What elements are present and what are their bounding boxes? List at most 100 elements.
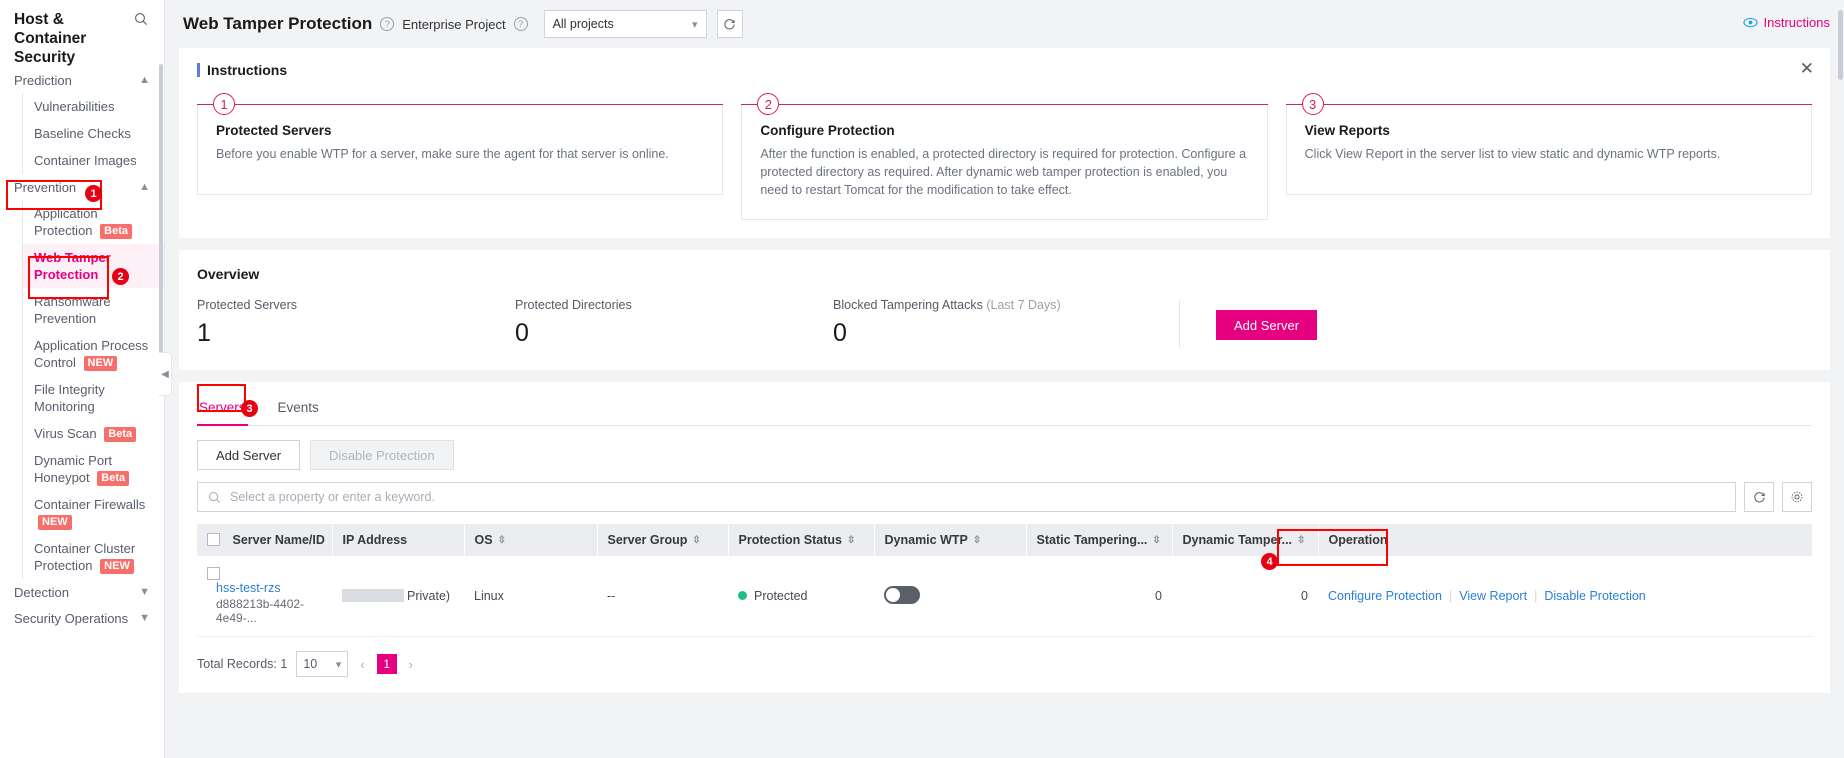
sidebar-item-application-process-control[interactable]: Application Process Control NEW xyxy=(23,332,164,376)
stat-label-sub: (Last 7 Days) xyxy=(986,298,1061,312)
sidebar-item-dynamic-port-honeypot[interactable]: Dynamic Port Honeypot Beta xyxy=(23,447,164,491)
annotation-marker-4: 4 xyxy=(1261,553,1278,570)
refresh-icon xyxy=(724,18,735,29)
sidebar-item-container-firewalls[interactable]: Container Firewalls NEW xyxy=(23,491,164,535)
search-box[interactable] xyxy=(197,482,1736,512)
ip-suffix: Private) xyxy=(407,589,451,603)
close-icon[interactable]: ✕ xyxy=(1800,60,1814,77)
col-os[interactable]: OS ⇳ xyxy=(464,524,598,556)
table-settings-button[interactable] xyxy=(1782,482,1812,512)
overview-stats: Protected Servers 1 Protected Directorie… xyxy=(197,298,1812,348)
sidebar-item-container-cluster-protection[interactable]: Container Cluster Protection NEW xyxy=(23,535,164,579)
sidebar-item-label: Application Protection xyxy=(34,206,98,238)
help-icon[interactable]: ? xyxy=(380,17,395,31)
sidebar-item-application-protection[interactable]: Application Protection Beta xyxy=(23,200,164,244)
configure-protection-link[interactable]: Configure Protection xyxy=(1328,589,1442,603)
sidebar-nav: Prediction ▲ Vulnerabilities Baseline Ch… xyxy=(0,67,164,631)
disable-protection-link[interactable]: Disable Protection xyxy=(1544,589,1645,603)
select-all-checkbox[interactable] xyxy=(207,533,220,546)
row-checkbox[interactable] xyxy=(207,567,220,580)
sidebar-collapse-handle[interactable]: ◀ xyxy=(159,352,172,396)
col-dynamic-wtp[interactable]: Dynamic WTP ⇳ xyxy=(874,524,1027,556)
col-dynamic-tampering[interactable]: Dynamic Tamper... ⇳ xyxy=(1172,524,1319,556)
sort-icon[interactable]: ⇳ xyxy=(692,535,700,546)
sidebar-group-detection[interactable]: Detection ▼ xyxy=(0,579,164,605)
eye-icon xyxy=(1742,17,1758,28)
view-report-link[interactable]: View Report xyxy=(1459,589,1527,603)
sidebar-item-baseline-checks[interactable]: Baseline Checks xyxy=(23,120,164,147)
sidebar-group-label: Prediction xyxy=(14,72,72,88)
sidebar-group-prevention[interactable]: Prevention ▲ xyxy=(0,174,164,200)
table-toolbar: Add Server Disable Protection xyxy=(197,440,1812,470)
next-page-button[interactable]: › xyxy=(406,657,416,672)
refresh-icon xyxy=(1753,491,1765,502)
col-server-name[interactable]: Server Name/ID ⇳ xyxy=(197,524,333,556)
refresh-button[interactable] xyxy=(716,10,743,38)
sidebar-item-label: Baseline Checks xyxy=(34,126,131,141)
search-input[interactable] xyxy=(228,489,1725,505)
add-server-button[interactable]: Add Server xyxy=(197,440,301,470)
sort-icon[interactable]: ⇳ xyxy=(1152,535,1160,546)
instructions-link-label: Instructions xyxy=(1763,15,1830,30)
sidebar-item-vulnerabilities[interactable]: Vulnerabilities xyxy=(23,93,164,120)
total-records-label: Total Records: 1 xyxy=(197,657,288,671)
sidebar-item-label: Virus Scan xyxy=(34,426,97,441)
instruction-step: 3 View Reports Click View Report in the … xyxy=(1285,92,1812,220)
col-server-group[interactable]: Server Group ⇳ xyxy=(597,524,729,556)
step-text: After the function is enabled, a protect… xyxy=(760,147,1247,197)
badge-new: NEW xyxy=(100,559,134,574)
step-line: 1 xyxy=(197,93,724,115)
page-title: Web Tamper Protection xyxy=(183,14,373,33)
sort-icon[interactable]: ⇳ xyxy=(973,535,981,546)
sidebar-scrollbar[interactable] xyxy=(159,64,163,354)
operation-links: Configure Protection | View Report | Dis… xyxy=(1328,589,1802,603)
sidebar-item-ransomware-prevention[interactable]: Ransomware Prevention xyxy=(23,288,164,332)
tabs: Servers Events xyxy=(197,392,1812,426)
stat-label: Blocked Tampering Attacks (Last 7 Days) xyxy=(833,298,1151,312)
sort-icon[interactable]: ⇳ xyxy=(847,535,855,546)
sidebar-item-file-integrity-monitoring[interactable]: File Integrity Monitoring xyxy=(23,376,164,420)
help-icon[interactable]: ? xyxy=(513,17,528,31)
sidebar-item-web-tamper-protection[interactable]: Web Tamper Protection xyxy=(23,244,164,288)
sidebar-group-security-operations[interactable]: Security Operations ▼ xyxy=(0,605,164,631)
search-icon[interactable] xyxy=(134,12,150,29)
sidebar-item-container-images[interactable]: Container Images xyxy=(23,147,164,174)
badge-beta: Beta xyxy=(97,471,130,486)
tab-events[interactable]: Events xyxy=(276,392,321,425)
badge-new: NEW xyxy=(83,356,118,371)
overview-card: Overview Protected Servers 1 Protected D… xyxy=(179,250,1830,370)
overview-title: Overview xyxy=(197,266,260,282)
tab-servers[interactable]: Servers xyxy=(197,392,248,426)
col-label: Server Name/ID xyxy=(232,533,325,547)
sidebar-item-label: Container Images xyxy=(34,153,137,168)
enterprise-project-select[interactable]: All projects ▾ xyxy=(543,10,707,38)
sidebar-group-prediction[interactable]: Prediction ▲ xyxy=(0,67,164,93)
col-label: Protection Status xyxy=(738,533,843,547)
sort-icon[interactable]: ⇳ xyxy=(498,535,506,546)
server-id: d888213b-4402-4e49-... xyxy=(216,597,305,625)
sidebar-item-virus-scan[interactable]: Virus Scan Beta xyxy=(23,420,164,447)
server-name-link[interactable]: hss-test-rzs xyxy=(216,581,281,595)
sidebar-item-label: Vulnerabilities xyxy=(34,99,115,114)
col-label: OS xyxy=(474,533,493,547)
table-refresh-button[interactable] xyxy=(1744,482,1774,512)
step-body: Configure Protection After the function … xyxy=(741,105,1268,220)
stat-blocked-tampering-attacks: Blocked Tampering Attacks (Last 7 Days) … xyxy=(833,298,1151,348)
stat-label-text: Blocked Tampering Attacks xyxy=(833,298,983,312)
sort-icon[interactable]: ⇳ xyxy=(1297,535,1305,546)
divider xyxy=(1179,300,1180,348)
instructions-link[interactable]: Instructions xyxy=(1742,15,1830,30)
step-text: Before you enable WTP for a server, make… xyxy=(216,147,669,161)
stat-protected-directories: Protected Directories 0 xyxy=(515,298,833,348)
col-protection-status[interactable]: Protection Status ⇳ xyxy=(728,524,875,556)
sidebar-item-label: File Integrity Monitoring xyxy=(34,382,105,414)
main-scrollbar[interactable] xyxy=(1838,10,1843,80)
page-number-1[interactable]: 1 xyxy=(376,654,397,674)
add-server-button[interactable]: Add Server xyxy=(1216,310,1318,340)
stat-value: 0 xyxy=(515,319,529,347)
dynamic-wtp-toggle[interactable] xyxy=(884,585,920,604)
page-size-select[interactable]: 10 ▾ xyxy=(296,651,349,677)
prev-page-button[interactable]: ‹ xyxy=(357,657,367,672)
col-static-tampering[interactable]: Static Tampering... ⇳ xyxy=(1026,524,1173,556)
stat-protected-servers: Protected Servers 1 xyxy=(197,298,515,348)
